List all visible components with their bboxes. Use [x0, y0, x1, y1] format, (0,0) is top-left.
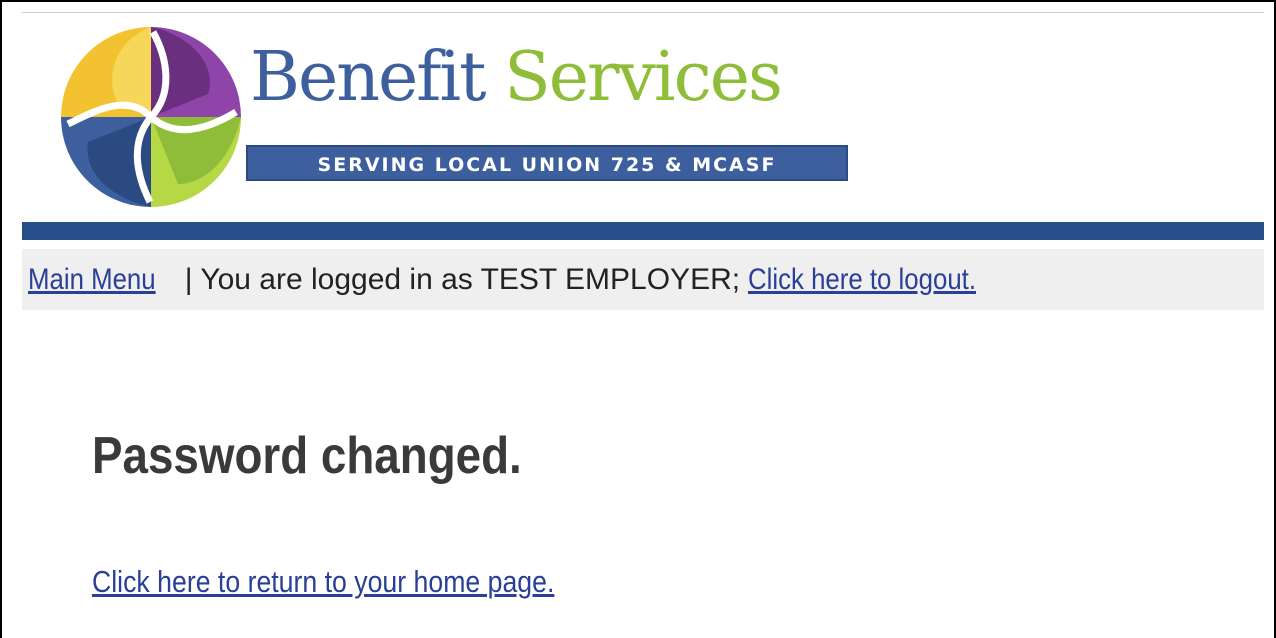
logo-tagline-banner: SERVING LOCAL UNION 725 & MCASF	[246, 145, 848, 181]
header-blue-bar	[22, 222, 1264, 240]
top-divider	[22, 12, 1264, 13]
return-home-link[interactable]: Click here to return to your home page.	[92, 564, 554, 600]
page-title: Password changed.	[92, 427, 522, 485]
logo-wordmark: Benefit Services	[250, 44, 783, 112]
logo-word-benefit: Benefit	[250, 38, 486, 117]
pinwheel-logo-icon	[61, 27, 241, 207]
logout-link[interactable]: Click here to logout.	[748, 249, 976, 310]
nav-separator: |	[176, 263, 201, 296]
user-nav-strip: Main Menu | You are logged in as TEST EM…	[22, 249, 1264, 310]
page-frame: Benefit Services SERVING LOCAL UNION 725…	[0, 0, 1276, 638]
logo-word-services: Services	[504, 38, 783, 117]
site-logo: Benefit Services SERVING LOCAL UNION 725…	[58, 24, 858, 210]
main-menu-link[interactable]: Main Menu	[28, 249, 156, 310]
logged-in-status: You are logged in as TEST EMPLOYER;	[200, 263, 749, 296]
